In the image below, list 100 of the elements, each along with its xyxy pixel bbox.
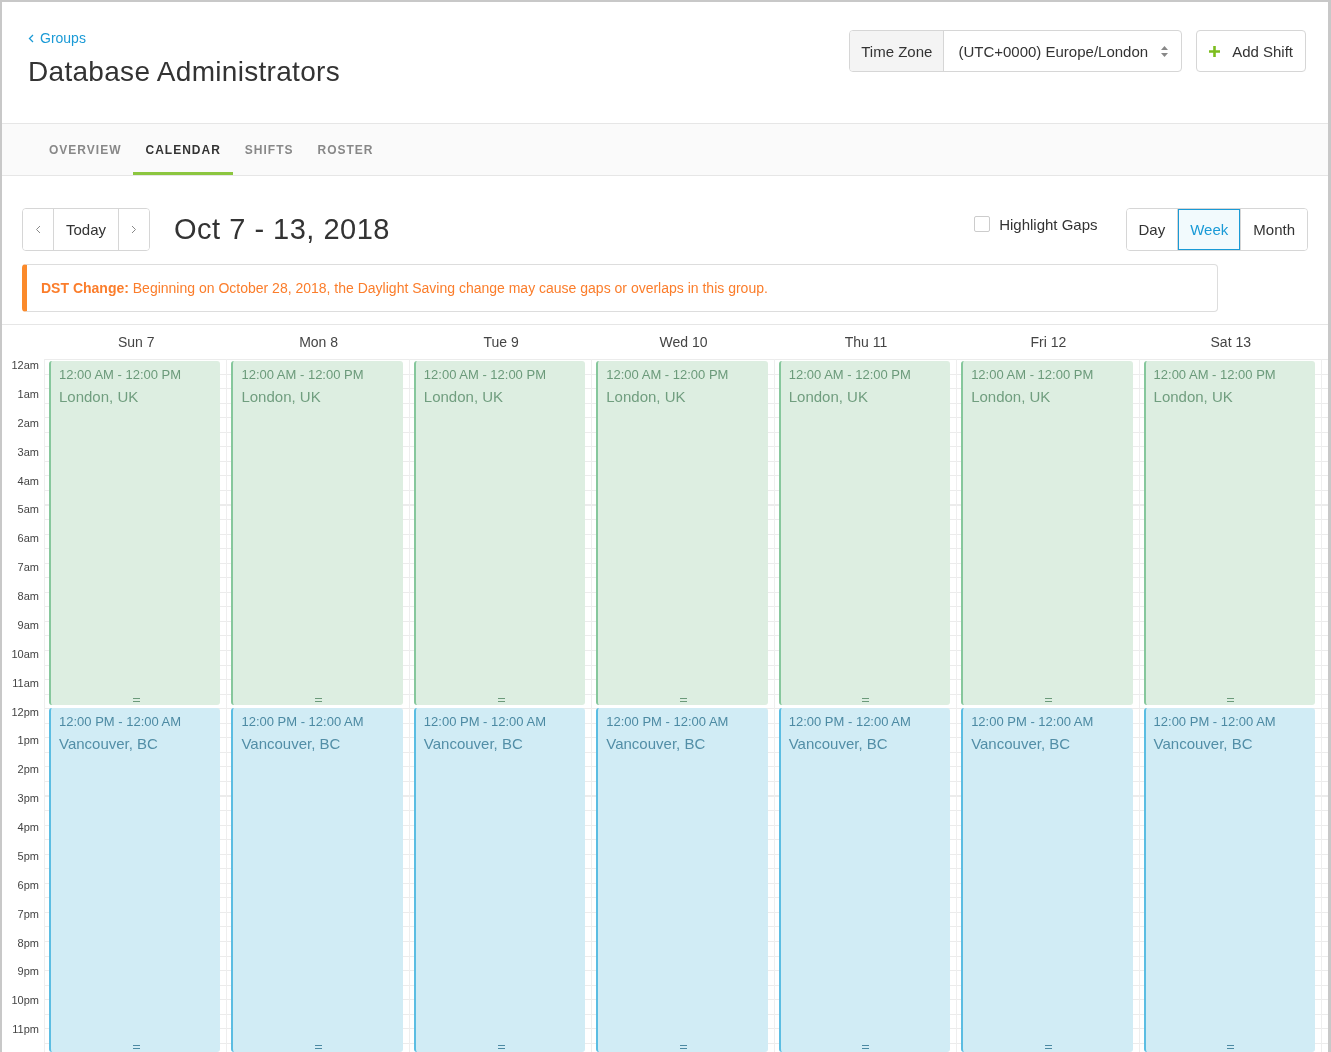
shift-block[interactable]: 12:00 PM - 12:00 AM Vancouver, BC bbox=[961, 708, 1133, 1052]
shift-block[interactable]: 12:00 AM - 12:00 PM London, UK bbox=[1143, 361, 1315, 705]
resize-handle-icon[interactable] bbox=[1044, 698, 1052, 702]
resize-handle-icon[interactable] bbox=[862, 698, 870, 702]
resize-handle-icon[interactable] bbox=[132, 698, 140, 702]
view-button[interactable]: Week bbox=[1177, 208, 1241, 250]
shift-location: Vancouver, BC bbox=[1153, 735, 1254, 752]
shift-location: London, UK bbox=[423, 388, 505, 405]
resize-handle-icon[interactable] bbox=[1227, 698, 1235, 702]
resize-handle-icon[interactable] bbox=[1044, 1045, 1052, 1049]
hour-label: 4am bbox=[17, 474, 39, 487]
hour-label: 3pm bbox=[17, 792, 39, 805]
shift-block[interactable]: 12:00 PM - 12:00 AM Vancouver, BC bbox=[231, 708, 403, 1052]
shift-location: Vancouver, BC bbox=[606, 735, 707, 752]
sort-caret-icon bbox=[1160, 44, 1170, 58]
hour-label: 2pm bbox=[17, 763, 39, 776]
shift-time: 12:00 PM - 12:00 AM bbox=[241, 714, 365, 729]
tab[interactable]: SHIFTS bbox=[232, 124, 306, 175]
shift-block[interactable]: 12:00 PM - 12:00 AM Vancouver, BC bbox=[49, 708, 221, 1052]
day-heading: Thu 11 bbox=[843, 333, 889, 352]
resize-handle-icon[interactable] bbox=[862, 1045, 870, 1049]
view-button[interactable]: Month bbox=[1240, 208, 1307, 250]
plus-icon bbox=[1209, 45, 1221, 57]
hour-label: 1am bbox=[17, 387, 39, 400]
time-zone-select[interactable]: Time Zone (UTC+0000) Europe/London bbox=[849, 30, 1183, 72]
day-heading: Sun 7 bbox=[116, 333, 156, 352]
day-heading: Sat 13 bbox=[1209, 333, 1252, 352]
shift-block[interactable]: 12:00 AM - 12:00 PM London, UK bbox=[778, 361, 951, 705]
shift-time: 12:00 PM - 12:00 AM bbox=[971, 714, 1095, 729]
hour-label: 10am bbox=[11, 647, 39, 660]
shift-time: 12:00 PM - 12:00 AM bbox=[423, 714, 547, 729]
day-heading: Mon 8 bbox=[298, 333, 340, 352]
resize-handle-icon[interactable] bbox=[315, 1045, 323, 1049]
shift-time: 12:00 PM - 12:00 AM bbox=[606, 714, 730, 729]
resize-handle-icon[interactable] bbox=[497, 1045, 505, 1049]
hour-label: 10pm bbox=[11, 994, 39, 1007]
shift-location: Vancouver, BC bbox=[423, 735, 524, 752]
hour-label: 2am bbox=[17, 416, 39, 429]
hour-label: 6pm bbox=[17, 878, 39, 891]
hour-label: 5am bbox=[17, 503, 39, 516]
hour-label: 8pm bbox=[17, 936, 39, 949]
hour-label: 5pm bbox=[17, 849, 39, 862]
shift-block[interactable]: 12:00 AM - 12:00 PM London, UK bbox=[596, 361, 768, 705]
resize-handle-icon[interactable] bbox=[132, 1045, 140, 1049]
hour-label: 7pm bbox=[17, 907, 39, 920]
day-heading: Tue 9 bbox=[482, 333, 520, 352]
shift-time: 12:00 AM - 12:00 PM bbox=[59, 367, 183, 382]
shift-location: Vancouver, BC bbox=[59, 735, 159, 752]
shift-time: 12:00 PM - 12:00 AM bbox=[1153, 714, 1277, 729]
hour-label: 3am bbox=[17, 445, 39, 458]
hour-label: 11am bbox=[12, 676, 39, 689]
date-range-title: Oct 7 - 13, 2018 bbox=[174, 212, 391, 246]
hour-label: 11pm bbox=[12, 1023, 39, 1036]
shift-block[interactable]: 12:00 AM - 12:00 PM London, UK bbox=[49, 361, 221, 705]
add-shift-button[interactable]: Add Shift bbox=[1196, 30, 1306, 72]
shift-location: London, UK bbox=[1153, 388, 1234, 405]
checkbox[interactable] bbox=[974, 216, 991, 232]
resize-handle-icon[interactable] bbox=[1227, 1045, 1235, 1049]
page-title: Database Administrators bbox=[28, 56, 340, 88]
next-button[interactable] bbox=[118, 208, 150, 250]
shift-location: London, UK bbox=[241, 388, 322, 405]
chevron-left-icon bbox=[28, 33, 34, 43]
shift-block[interactable]: 12:00 AM - 12:00 PM London, UK bbox=[231, 361, 403, 705]
shift-block[interactable]: 12:00 AM - 12:00 PM London, UK bbox=[961, 361, 1133, 705]
day-heading: Wed 10 bbox=[658, 333, 709, 352]
hour-label: 4pm bbox=[17, 821, 39, 833]
resize-handle-icon[interactable] bbox=[680, 1045, 687, 1049]
tab[interactable]: ROSTER bbox=[305, 124, 386, 175]
shift-block[interactable]: 12:00 AM - 12:00 PM London, UK bbox=[413, 361, 586, 705]
shift-time: 12:00 PM - 12:00 AM bbox=[788, 714, 912, 729]
resize-handle-icon[interactable] bbox=[497, 698, 505, 702]
tab[interactable]: CALENDAR bbox=[133, 124, 233, 175]
hour-label: 1pm bbox=[17, 734, 39, 747]
tab[interactable]: OVERVIEW bbox=[37, 124, 134, 175]
shift-block[interactable]: 12:00 PM - 12:00 AM Vancouver, BC bbox=[413, 708, 586, 1052]
back-link[interactable]: Groups bbox=[28, 30, 340, 46]
shift-location: London, UK bbox=[971, 388, 1052, 405]
hour-label: 7am bbox=[17, 561, 39, 574]
shift-location: London, UK bbox=[788, 388, 869, 405]
shift-time: 12:00 PM - 12:00 AM bbox=[59, 714, 183, 729]
shift-location: Vancouver, BC bbox=[241, 735, 342, 752]
shift-block[interactable]: 12:00 PM - 12:00 AM Vancouver, BC bbox=[778, 708, 951, 1052]
shift-time: 12:00 AM - 12:00 PM bbox=[971, 367, 1095, 382]
shift-time: 12:00 AM - 12:00 PM bbox=[423, 367, 547, 382]
resize-handle-icon[interactable] bbox=[315, 698, 323, 702]
hour-label: 9am bbox=[17, 618, 39, 631]
shift-block[interactable]: 12:00 PM - 12:00 AM Vancouver, BC bbox=[596, 708, 768, 1052]
shift-block[interactable]: 12:00 PM - 12:00 AM Vancouver, BC bbox=[1143, 708, 1315, 1052]
hour-label: 6am bbox=[17, 532, 39, 545]
shift-location: Vancouver, BC bbox=[788, 735, 889, 752]
shift-location: Vancouver, BC bbox=[971, 735, 1072, 752]
chevron-right-icon bbox=[131, 224, 138, 234]
shift-time: 12:00 AM - 12:00 PM bbox=[606, 367, 730, 382]
day-heading: Fri 12 bbox=[1029, 333, 1068, 352]
shift-location: London, UK bbox=[606, 388, 687, 405]
hour-label: 12am bbox=[11, 359, 39, 371]
hour-label: 12pm bbox=[11, 705, 39, 718]
shift-time: 12:00 AM - 12:00 PM bbox=[788, 367, 912, 382]
resize-handle-icon[interactable] bbox=[680, 698, 687, 702]
hour-label: 9pm bbox=[17, 965, 39, 978]
